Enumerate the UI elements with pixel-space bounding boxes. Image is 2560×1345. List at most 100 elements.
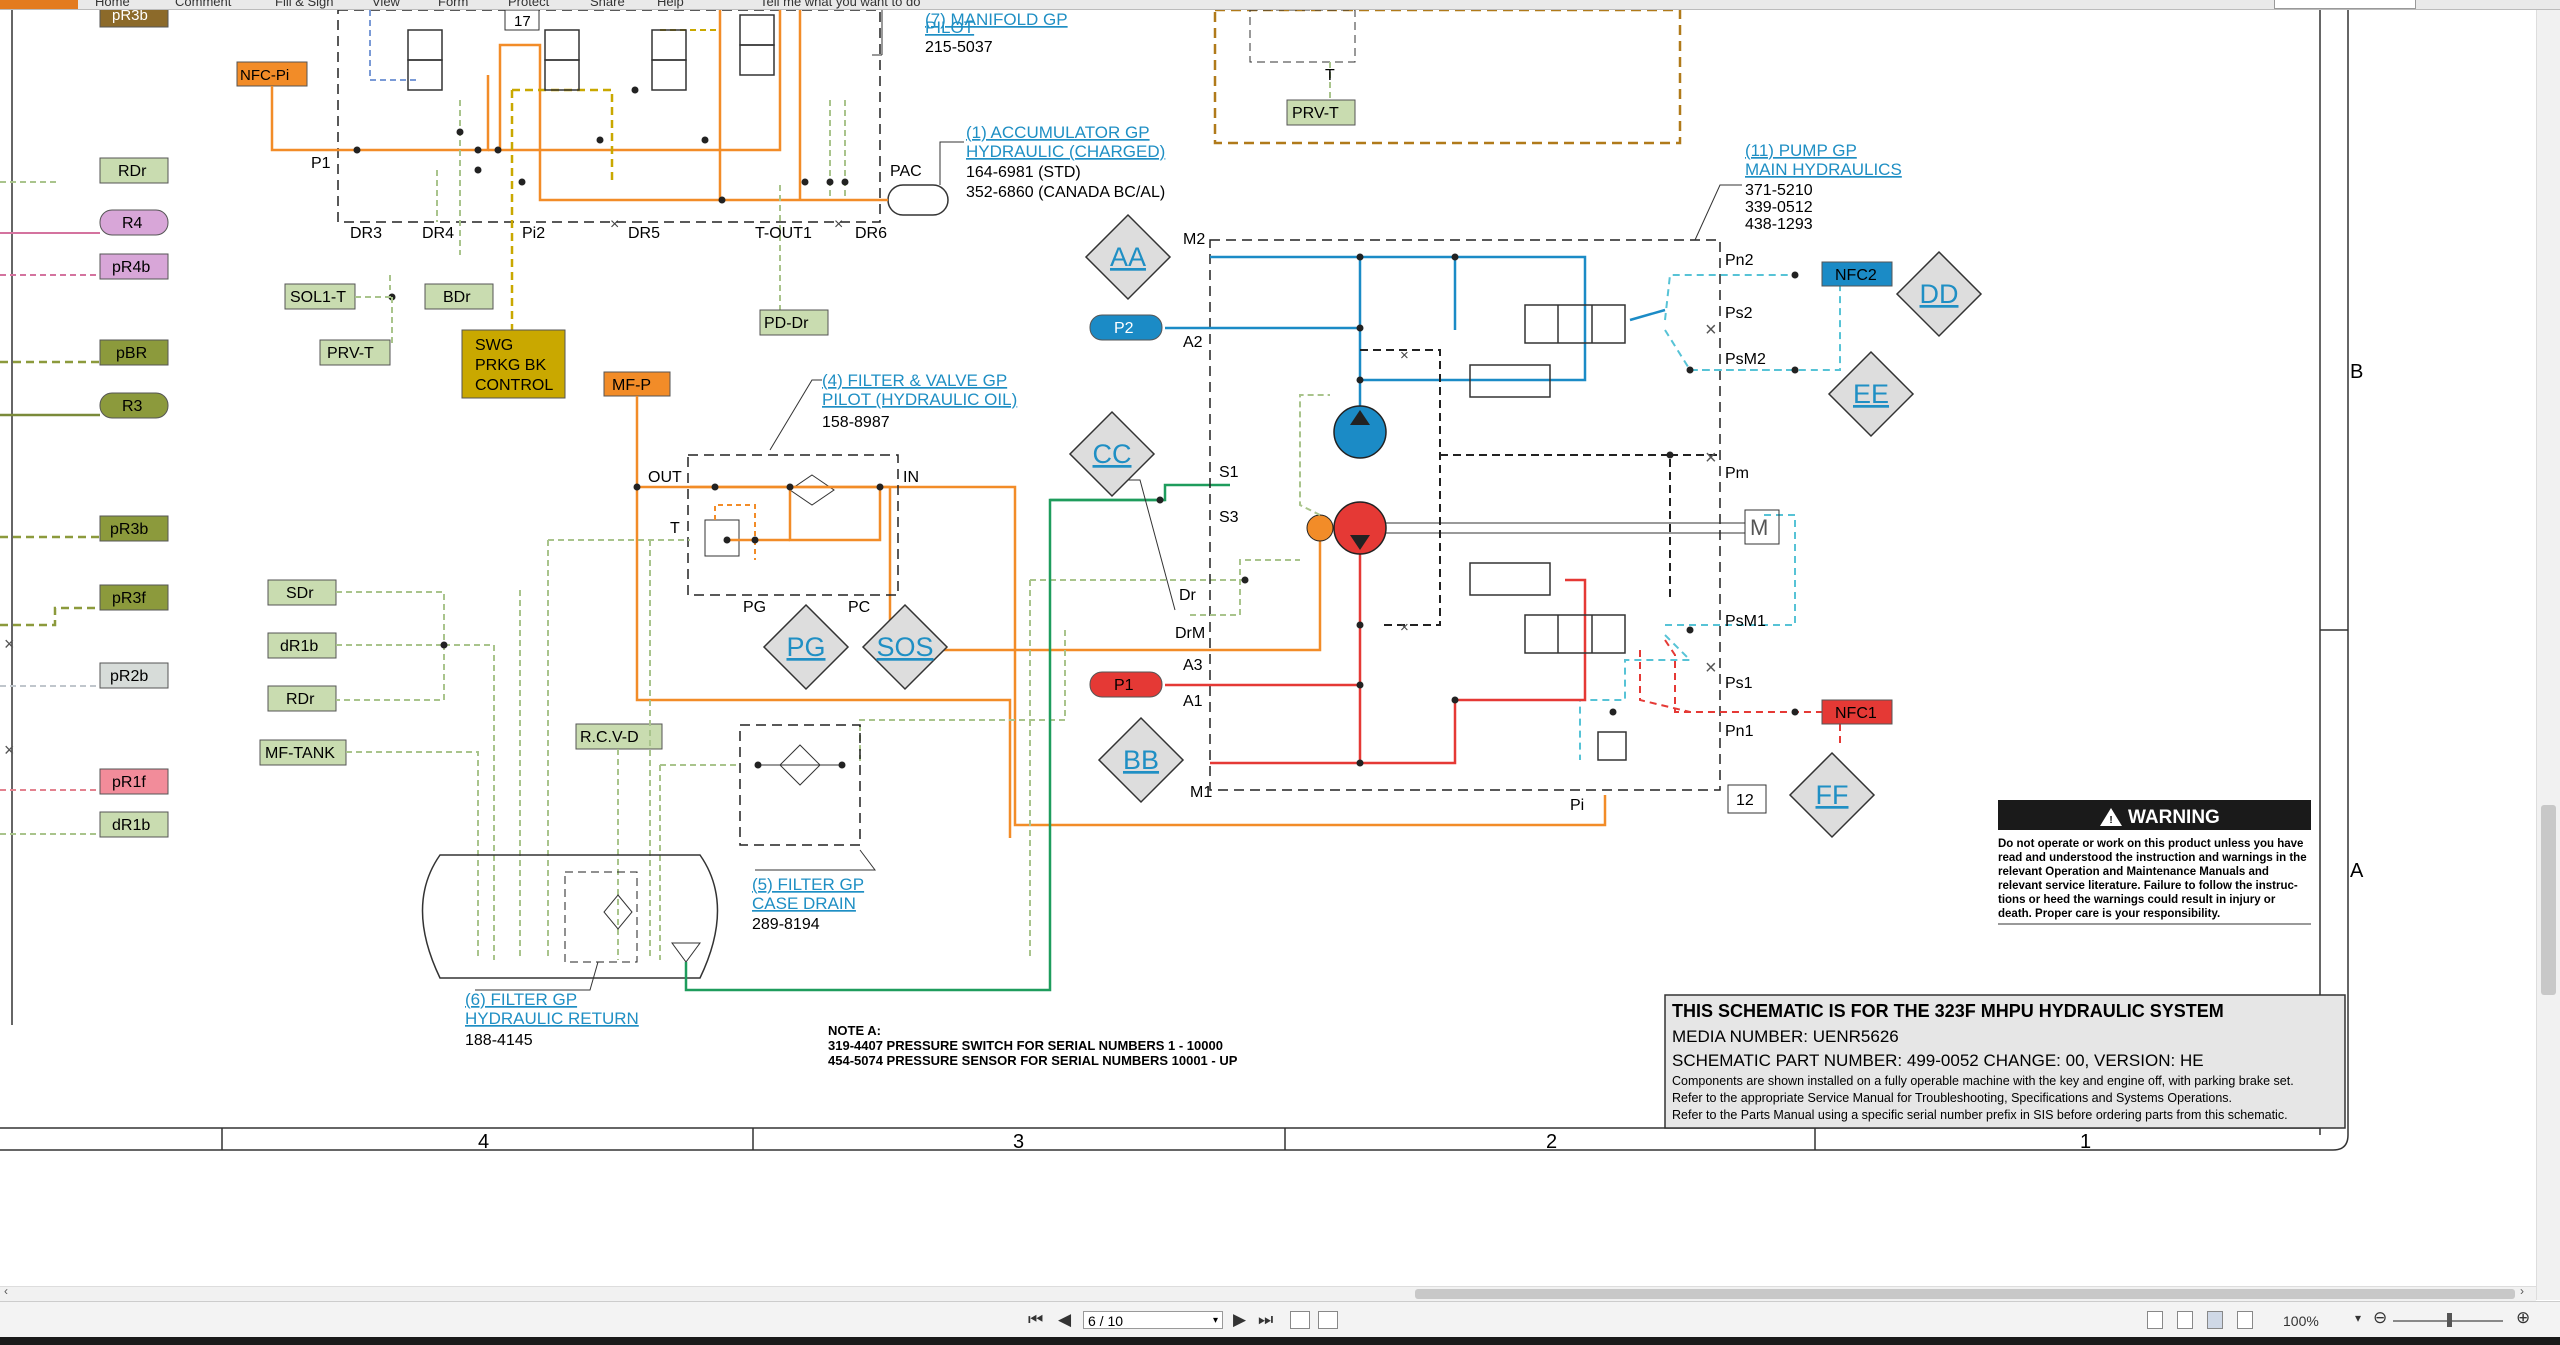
svg-text:FF: FF	[1816, 780, 1849, 810]
fit-page-icon[interactable]	[1290, 1311, 1310, 1329]
callout-filter-valve-line2[interactable]: PILOT (HYDRAULIC OIL)	[822, 390, 1017, 409]
prev-page-icon[interactable]: ◀	[1058, 1311, 1071, 1329]
diamond-bb[interactable]: BB	[1097, 716, 1185, 804]
callout-filter-valve-line1[interactable]: (4) FILTER & VALVE GP	[822, 371, 1007, 390]
svg-text:CC: CC	[1093, 439, 1132, 469]
svg-text:×: ×	[4, 634, 15, 654]
box-17: 17	[504, 10, 540, 31]
callout-pump-line2[interactable]: MAIN HYDRAULICS	[1745, 160, 1902, 179]
port-psm1: PsM1	[1725, 613, 1766, 630]
port-pac: PAC	[890, 163, 922, 180]
zoom-out-icon[interactable]: ⊖	[2373, 1308, 2387, 1328]
callout-pump-pn2: 339-0512	[1745, 199, 1813, 216]
callout-pump-line1[interactable]: (11) PUMP GP	[1745, 141, 1857, 160]
continuous-view-icon[interactable]	[2177, 1311, 2193, 1329]
port-t-out1: T-OUT1	[755, 225, 812, 242]
tag-mf-tank: MF-TANK	[259, 739, 347, 766]
port-pm: Pm	[1725, 465, 1749, 482]
svg-text:Refer to the appropriate Servi: Refer to the appropriate Service Manual …	[1672, 1091, 2232, 1105]
port-pc: PC	[848, 599, 870, 616]
scroll-right-icon[interactable]: ›	[2520, 1284, 2524, 1298]
port-p1: P1	[311, 155, 331, 172]
last-page-icon[interactable]: ⏭	[1258, 1311, 1273, 1329]
file-menu-button[interactable]	[0, 0, 78, 9]
menu-protect[interactable]: Protect	[508, 0, 549, 9]
svg-text:relevant Operation and Mainten: relevant Operation and Maintenance Manua…	[1998, 866, 2269, 878]
page-selector[interactable]: 6 / 10 ▾	[1083, 1311, 1223, 1329]
diamond-sos[interactable]: SOS	[861, 603, 949, 691]
port-a1: A1	[1183, 693, 1203, 710]
box-12: 12	[1727, 784, 1767, 814]
taskbar-strip	[0, 1337, 2560, 1345]
svg-text:M: M	[1750, 515, 1768, 540]
callout-case-drain-line1[interactable]: (5) FILTER GP	[752, 875, 864, 894]
two-page-continuous-icon[interactable]	[2237, 1311, 2253, 1329]
port-dr3: DR3	[350, 225, 382, 242]
port-dr4: DR4	[422, 225, 454, 242]
diamond-pg[interactable]: PG	[762, 603, 850, 691]
svg-text:NFC1: NFC1	[1835, 705, 1877, 722]
warning-title: WARNING	[2128, 807, 2220, 828]
vertical-scroll-thumb[interactable]	[2541, 805, 2556, 995]
svg-text:pR2b: pR2b	[110, 668, 148, 685]
zoom-in-icon[interactable]: ⊕	[2516, 1308, 2530, 1328]
search-input[interactable]	[2274, 0, 2416, 9]
vertical-scrollbar[interactable]	[2536, 10, 2560, 1300]
scroll-left-icon[interactable]: ‹	[4, 1284, 8, 1298]
horizontal-scrollbar[interactable]: ‹ ›	[0, 1284, 2536, 1301]
svg-text:Do not operate or work on this: Do not operate or work on this product u…	[1998, 838, 2303, 850]
svg-text:!: !	[2109, 815, 2112, 826]
first-page-icon[interactable]: ⏮	[1028, 1311, 1043, 1329]
menu-comment[interactable]: Comment	[175, 0, 231, 9]
svg-text:Components are shown installed: Components are shown installed on a full…	[1672, 1074, 2294, 1088]
svg-text:tions or heed the warnings cou: tions or heed the warnings could result …	[1998, 894, 2276, 906]
tag-pr3b: pR3b	[99, 515, 169, 542]
svg-text:×: ×	[834, 216, 843, 233]
chevron-down-icon: ▾	[1212, 1315, 1218, 1326]
svg-text:death. Proper care is your res: death. Proper care is your responsibilit…	[1998, 908, 2220, 920]
svg-text:BB: BB	[1123, 745, 1159, 775]
callout-hydraulic-return-line1[interactable]: (6) FILTER GP	[465, 990, 577, 1009]
horizontal-scroll-thumb[interactable]	[1415, 1289, 2515, 1299]
next-page-icon[interactable]: ▶	[1233, 1311, 1246, 1329]
diamond-ee[interactable]: EE	[1827, 350, 1915, 438]
callout-accumulator-line2[interactable]: HYDRAULIC (CHARGED)	[966, 142, 1165, 161]
menu-home[interactable]: Home	[95, 0, 130, 9]
fit-width-icon[interactable]	[1318, 1311, 1338, 1329]
tag-pr2b: pR2b	[99, 662, 169, 689]
tag-nfc-pi: NFC-Pi	[236, 61, 308, 87]
tag-p2[interactable]: P2	[1089, 314, 1163, 341]
two-page-view-icon[interactable]	[2207, 1311, 2223, 1329]
callout-case-drain-line2[interactable]: CASE DRAIN	[752, 894, 856, 913]
zoom-dropdown-icon[interactable]: ▾	[2355, 1311, 2361, 1325]
menu-help[interactable]: Help	[657, 0, 684, 9]
note-line2: 454-5074 PRESSURE SENSOR FOR SERIAL NUMB…	[828, 1053, 1238, 1068]
menu-share[interactable]: Share	[590, 0, 625, 9]
callout-manifold-line2[interactable]: PILOT	[925, 18, 974, 37]
single-page-view-icon[interactable]	[2147, 1311, 2163, 1329]
col-number-4: 4	[478, 1131, 489, 1153]
svg-text:PRV-T: PRV-T	[327, 345, 374, 362]
svg-text:R.C.V-D: R.C.V-D	[580, 729, 639, 746]
menu-view[interactable]: View	[372, 0, 400, 9]
zoom-level[interactable]: 100%	[2283, 1313, 2319, 1329]
svg-text:dR1b: dR1b	[280, 638, 318, 655]
callout-hydraulic-return-line2[interactable]: HYDRAULIC RETURN	[465, 1009, 639, 1028]
diamond-aa[interactable]: AA	[1084, 213, 1172, 301]
zoom-slider-thumb[interactable]	[2447, 1313, 2452, 1327]
svg-text:MF-TANK: MF-TANK	[265, 745, 335, 762]
tag-nfc1: NFC1	[1821, 699, 1893, 725]
menu-fill-sign[interactable]: Fill & Sign	[275, 0, 334, 9]
callout-accumulator-line1[interactable]: (1) ACCUMULATOR GP	[966, 123, 1150, 142]
tag-bdr: BDr	[424, 283, 494, 310]
svg-text:pBR: pBR	[116, 345, 147, 362]
diamond-ff[interactable]: FF	[1788, 751, 1876, 839]
tell-me-search[interactable]: Tell me what you want to do	[760, 0, 920, 9]
svg-text:MF-P: MF-P	[612, 377, 651, 394]
note-line1: 319-4407 PRESSURE SWITCH FOR SERIAL NUMB…	[828, 1038, 1223, 1053]
col-number-3: 3	[1013, 1131, 1024, 1153]
diamond-dd[interactable]: DD	[1895, 250, 1983, 338]
port-dr6: DR6	[855, 225, 887, 242]
tag-p1[interactable]: P1	[1089, 671, 1163, 698]
menu-form[interactable]: Form	[438, 0, 468, 9]
